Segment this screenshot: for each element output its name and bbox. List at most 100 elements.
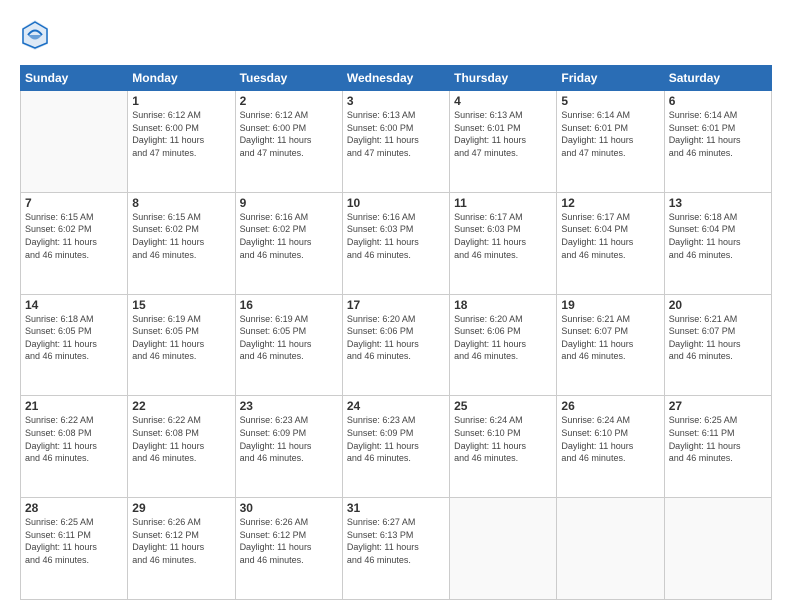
calendar-cell xyxy=(450,498,557,600)
day-number: 30 xyxy=(240,501,338,515)
day-number: 2 xyxy=(240,94,338,108)
day-number: 26 xyxy=(561,399,659,413)
logo-icon xyxy=(20,18,50,52)
day-number: 16 xyxy=(240,298,338,312)
calendar-cell: 13Sunrise: 6:18 AM Sunset: 6:04 PM Dayli… xyxy=(664,192,771,294)
calendar-cell: 31Sunrise: 6:27 AM Sunset: 6:13 PM Dayli… xyxy=(342,498,449,600)
day-number: 9 xyxy=(240,196,338,210)
day-info: Sunrise: 6:24 AM Sunset: 6:10 PM Dayligh… xyxy=(454,414,552,464)
calendar-week-row: 28Sunrise: 6:25 AM Sunset: 6:11 PM Dayli… xyxy=(21,498,772,600)
day-info: Sunrise: 6:12 AM Sunset: 6:00 PM Dayligh… xyxy=(240,109,338,159)
day-info: Sunrise: 6:22 AM Sunset: 6:08 PM Dayligh… xyxy=(25,414,123,464)
day-info: Sunrise: 6:20 AM Sunset: 6:06 PM Dayligh… xyxy=(347,313,445,363)
calendar-table: Sunday Monday Tuesday Wednesday Thursday… xyxy=(20,65,772,600)
day-number: 28 xyxy=(25,501,123,515)
day-info: Sunrise: 6:12 AM Sunset: 6:00 PM Dayligh… xyxy=(132,109,230,159)
day-info: Sunrise: 6:18 AM Sunset: 6:04 PM Dayligh… xyxy=(669,211,767,261)
calendar-cell: 3Sunrise: 6:13 AM Sunset: 6:00 PM Daylig… xyxy=(342,91,449,193)
calendar-cell: 14Sunrise: 6:18 AM Sunset: 6:05 PM Dayli… xyxy=(21,294,128,396)
day-info: Sunrise: 6:22 AM Sunset: 6:08 PM Dayligh… xyxy=(132,414,230,464)
day-info: Sunrise: 6:14 AM Sunset: 6:01 PM Dayligh… xyxy=(669,109,767,159)
calendar-cell: 2Sunrise: 6:12 AM Sunset: 6:00 PM Daylig… xyxy=(235,91,342,193)
calendar-header-row: Sunday Monday Tuesday Wednesday Thursday… xyxy=(21,66,772,91)
day-number: 20 xyxy=(669,298,767,312)
calendar-cell: 8Sunrise: 6:15 AM Sunset: 6:02 PM Daylig… xyxy=(128,192,235,294)
col-sunday: Sunday xyxy=(21,66,128,91)
day-info: Sunrise: 6:13 AM Sunset: 6:01 PM Dayligh… xyxy=(454,109,552,159)
day-info: Sunrise: 6:13 AM Sunset: 6:00 PM Dayligh… xyxy=(347,109,445,159)
day-number: 15 xyxy=(132,298,230,312)
day-number: 1 xyxy=(132,94,230,108)
calendar-cell: 7Sunrise: 6:15 AM Sunset: 6:02 PM Daylig… xyxy=(21,192,128,294)
day-info: Sunrise: 6:20 AM Sunset: 6:06 PM Dayligh… xyxy=(454,313,552,363)
calendar-cell: 12Sunrise: 6:17 AM Sunset: 6:04 PM Dayli… xyxy=(557,192,664,294)
day-number: 11 xyxy=(454,196,552,210)
calendar-cell: 20Sunrise: 6:21 AM Sunset: 6:07 PM Dayli… xyxy=(664,294,771,396)
calendar-cell: 26Sunrise: 6:24 AM Sunset: 6:10 PM Dayli… xyxy=(557,396,664,498)
day-info: Sunrise: 6:18 AM Sunset: 6:05 PM Dayligh… xyxy=(25,313,123,363)
calendar-week-row: 7Sunrise: 6:15 AM Sunset: 6:02 PM Daylig… xyxy=(21,192,772,294)
calendar-cell xyxy=(21,91,128,193)
day-number: 21 xyxy=(25,399,123,413)
calendar-cell: 16Sunrise: 6:19 AM Sunset: 6:05 PM Dayli… xyxy=(235,294,342,396)
day-info: Sunrise: 6:16 AM Sunset: 6:03 PM Dayligh… xyxy=(347,211,445,261)
day-info: Sunrise: 6:16 AM Sunset: 6:02 PM Dayligh… xyxy=(240,211,338,261)
calendar-week-row: 14Sunrise: 6:18 AM Sunset: 6:05 PM Dayli… xyxy=(21,294,772,396)
calendar-cell: 24Sunrise: 6:23 AM Sunset: 6:09 PM Dayli… xyxy=(342,396,449,498)
calendar-cell: 1Sunrise: 6:12 AM Sunset: 6:00 PM Daylig… xyxy=(128,91,235,193)
calendar-cell: 18Sunrise: 6:20 AM Sunset: 6:06 PM Dayli… xyxy=(450,294,557,396)
calendar-cell: 11Sunrise: 6:17 AM Sunset: 6:03 PM Dayli… xyxy=(450,192,557,294)
day-info: Sunrise: 6:26 AM Sunset: 6:12 PM Dayligh… xyxy=(132,516,230,566)
col-monday: Monday xyxy=(128,66,235,91)
day-number: 12 xyxy=(561,196,659,210)
day-info: Sunrise: 6:19 AM Sunset: 6:05 PM Dayligh… xyxy=(240,313,338,363)
day-info: Sunrise: 6:17 AM Sunset: 6:03 PM Dayligh… xyxy=(454,211,552,261)
day-number: 25 xyxy=(454,399,552,413)
calendar-cell: 17Sunrise: 6:20 AM Sunset: 6:06 PM Dayli… xyxy=(342,294,449,396)
header xyxy=(20,18,772,57)
calendar-cell: 9Sunrise: 6:16 AM Sunset: 6:02 PM Daylig… xyxy=(235,192,342,294)
calendar-cell xyxy=(664,498,771,600)
day-number: 22 xyxy=(132,399,230,413)
calendar-week-row: 1Sunrise: 6:12 AM Sunset: 6:00 PM Daylig… xyxy=(21,91,772,193)
calendar-cell: 28Sunrise: 6:25 AM Sunset: 6:11 PM Dayli… xyxy=(21,498,128,600)
day-number: 18 xyxy=(454,298,552,312)
day-number: 19 xyxy=(561,298,659,312)
calendar-cell: 30Sunrise: 6:26 AM Sunset: 6:12 PM Dayli… xyxy=(235,498,342,600)
calendar-body: 1Sunrise: 6:12 AM Sunset: 6:00 PM Daylig… xyxy=(21,91,772,600)
day-info: Sunrise: 6:15 AM Sunset: 6:02 PM Dayligh… xyxy=(132,211,230,261)
day-number: 31 xyxy=(347,501,445,515)
day-info: Sunrise: 6:14 AM Sunset: 6:01 PM Dayligh… xyxy=(561,109,659,159)
day-info: Sunrise: 6:21 AM Sunset: 6:07 PM Dayligh… xyxy=(561,313,659,363)
day-info: Sunrise: 6:24 AM Sunset: 6:10 PM Dayligh… xyxy=(561,414,659,464)
day-number: 14 xyxy=(25,298,123,312)
calendar-cell: 6Sunrise: 6:14 AM Sunset: 6:01 PM Daylig… xyxy=(664,91,771,193)
calendar-cell: 23Sunrise: 6:23 AM Sunset: 6:09 PM Dayli… xyxy=(235,396,342,498)
calendar-week-row: 21Sunrise: 6:22 AM Sunset: 6:08 PM Dayli… xyxy=(21,396,772,498)
page: Sunday Monday Tuesday Wednesday Thursday… xyxy=(0,0,792,612)
day-info: Sunrise: 6:23 AM Sunset: 6:09 PM Dayligh… xyxy=(240,414,338,464)
day-number: 5 xyxy=(561,94,659,108)
day-info: Sunrise: 6:23 AM Sunset: 6:09 PM Dayligh… xyxy=(347,414,445,464)
day-number: 13 xyxy=(669,196,767,210)
calendar-cell: 21Sunrise: 6:22 AM Sunset: 6:08 PM Dayli… xyxy=(21,396,128,498)
calendar-cell: 22Sunrise: 6:22 AM Sunset: 6:08 PM Dayli… xyxy=(128,396,235,498)
day-number: 27 xyxy=(669,399,767,413)
col-thursday: Thursday xyxy=(450,66,557,91)
calendar-cell: 19Sunrise: 6:21 AM Sunset: 6:07 PM Dayli… xyxy=(557,294,664,396)
day-number: 23 xyxy=(240,399,338,413)
day-number: 10 xyxy=(347,196,445,210)
day-number: 6 xyxy=(669,94,767,108)
day-number: 17 xyxy=(347,298,445,312)
day-info: Sunrise: 6:19 AM Sunset: 6:05 PM Dayligh… xyxy=(132,313,230,363)
calendar-cell: 27Sunrise: 6:25 AM Sunset: 6:11 PM Dayli… xyxy=(664,396,771,498)
col-wednesday: Wednesday xyxy=(342,66,449,91)
calendar-cell: 10Sunrise: 6:16 AM Sunset: 6:03 PM Dayli… xyxy=(342,192,449,294)
col-tuesday: Tuesday xyxy=(235,66,342,91)
day-info: Sunrise: 6:25 AM Sunset: 6:11 PM Dayligh… xyxy=(669,414,767,464)
logo xyxy=(20,18,54,57)
day-number: 24 xyxy=(347,399,445,413)
day-number: 29 xyxy=(132,501,230,515)
calendar-cell xyxy=(557,498,664,600)
day-info: Sunrise: 6:25 AM Sunset: 6:11 PM Dayligh… xyxy=(25,516,123,566)
